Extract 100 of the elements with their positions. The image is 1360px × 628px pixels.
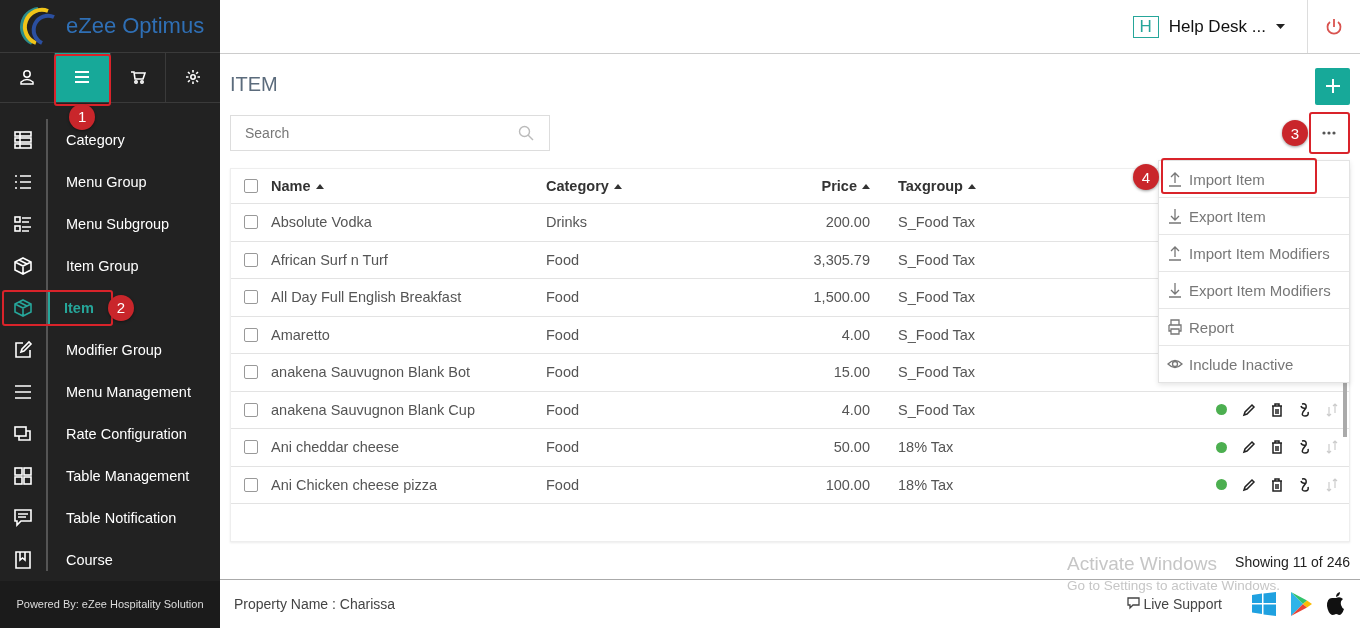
table-cell-text: 50.00 — [832, 439, 870, 456]
sidebar-item[interactable]: Menu Group — [50, 163, 147, 200]
table-cell-text: Food — [546, 476, 581, 493]
edit-icon[interactable] — [1242, 477, 1256, 492]
app-logo-text: eZee Optimus — [66, 12, 205, 39]
upload-icon — [1167, 171, 1183, 187]
caret-icon — [1276, 24, 1285, 29]
edit-icon — [13, 339, 33, 360]
property-selector[interactable]: H Help Desk ... — [1132, 0, 1307, 53]
list-icon — [13, 213, 33, 234]
search-field[interactable]: Search — [230, 115, 550, 151]
table-cell-text: Amaretto — [271, 326, 331, 343]
table-cell-text: Food — [546, 401, 581, 418]
property-name: Help Desk ... — [1168, 16, 1266, 37]
link-icon[interactable] — [1298, 440, 1310, 455]
list-icon — [13, 129, 33, 150]
table-cell-text: anakena Sauvugnon Blank Bot — [271, 364, 472, 381]
table-cell-text: Food — [546, 439, 581, 456]
menu-item[interactable]: Export Item Modifiers — [1159, 272, 1349, 308]
sort-icon — [613, 183, 622, 189]
row-checkbox[interactable] — [244, 477, 258, 492]
table-cell-text: Food — [546, 326, 581, 343]
row-checkbox[interactable] — [244, 402, 258, 417]
powered-by-text: Powered By: eZee Hospitality Solution — [0, 580, 220, 628]
highlight-frame — [1309, 112, 1350, 154]
row-checkbox[interactable] — [244, 440, 258, 455]
step-number: 3 — [1282, 120, 1308, 146]
reorder-icon[interactable] — [1325, 402, 1339, 417]
sidebar-item[interactable]: Item — [48, 289, 94, 326]
sidebar-item[interactable]: Item Group — [50, 247, 139, 284]
bookmark-icon — [13, 549, 33, 570]
live-support-link[interactable]: Live Support — [1127, 596, 1222, 612]
table-cell-text: Absolute Vodka — [271, 214, 373, 231]
reorder-icon[interactable] — [1325, 440, 1339, 455]
cart-icon — [129, 70, 146, 85]
activation-notice-title: Activate Windows — [1067, 553, 1217, 575]
link-icon[interactable] — [1298, 477, 1310, 492]
column-header[interactable]: Price — [711, 178, 870, 194]
download-icon — [1167, 282, 1183, 298]
column-header[interactable]: Category — [546, 178, 711, 194]
row-checkbox[interactable] — [244, 365, 258, 380]
sidebar-item[interactable]: Table Notification — [50, 499, 177, 536]
printer-icon — [1167, 319, 1183, 335]
cube-icon — [13, 255, 33, 276]
row-checkbox[interactable] — [244, 252, 258, 267]
menu-item[interactable]: Export Item — [1159, 198, 1349, 234]
chat-icon — [13, 507, 33, 528]
table-cell-text: Ani Chicken cheese pizza — [271, 476, 439, 493]
page-title: ITEM — [230, 72, 278, 96]
table-cell-text: 3,305.79 — [812, 251, 870, 268]
plus-icon — [1325, 79, 1340, 93]
sidebar-item[interactable]: Rate Configuration — [50, 415, 187, 452]
menu-item[interactable]: Include Inactive — [1159, 346, 1349, 382]
column-header[interactable]: Taxgroup — [870, 178, 1038, 194]
table-cell-text: Food — [546, 251, 581, 268]
sidebar-item[interactable]: Course — [50, 541, 113, 578]
row-checkbox[interactable] — [244, 290, 258, 305]
sidebar-item[interactable]: Modifier Group — [50, 331, 162, 368]
power-icon — [1325, 17, 1343, 36]
record-count: Showing 11 of 246 — [1235, 554, 1350, 570]
table-cell-text: 4.00 — [840, 401, 870, 418]
row-checkbox[interactable] — [244, 327, 258, 342]
row-checkbox[interactable] — [244, 215, 258, 230]
table-cell-text: S_Food Tax — [897, 401, 977, 418]
property-initial: H — [1132, 15, 1159, 38]
edit-icon[interactable] — [1242, 402, 1256, 417]
sidebar-item[interactable]: Menu Management — [50, 373, 191, 410]
menu-item[interactable]: Import Item Modifiers — [1159, 235, 1349, 271]
delete-icon[interactable] — [1271, 440, 1283, 455]
sidebar-item[interactable]: Menu Subgroup — [50, 205, 170, 242]
column-header[interactable]: Name — [271, 178, 546, 194]
table-cell-text: Ani cheddar cheese — [271, 439, 401, 456]
menu-item[interactable]: Report — [1159, 309, 1349, 345]
menu-icon — [75, 71, 90, 84]
add-button[interactable] — [1315, 67, 1350, 105]
step-number: 4 — [1133, 164, 1159, 190]
delete-icon[interactable] — [1271, 402, 1283, 417]
apple-icon[interactable] — [1326, 592, 1346, 616]
menu-item[interactable]: Import Item — [1159, 161, 1349, 197]
sidebar-item[interactable]: Table Management — [50, 457, 190, 494]
delete-icon[interactable] — [1271, 477, 1283, 492]
download-icon — [1167, 208, 1183, 224]
chat-icon — [1127, 597, 1142, 611]
step-number: 1 — [69, 103, 96, 130]
settings-icon — [184, 69, 201, 86]
table-cell-text: 15.00 — [832, 364, 870, 381]
table-cell-text: All Day Full English Breakfast — [271, 289, 463, 306]
edit-icon[interactable] — [1242, 440, 1256, 455]
link-icon[interactable] — [1298, 402, 1310, 417]
play-store-icon[interactable] — [1290, 591, 1312, 617]
table-cell-text: 200.00 — [824, 214, 870, 231]
highlight-frame — [54, 53, 111, 106]
reorder-icon[interactable] — [1325, 477, 1339, 492]
select-all-checkbox[interactable] — [244, 179, 258, 193]
table-cell-text: 18% Tax — [897, 439, 955, 456]
sort-icon — [862, 183, 870, 189]
table-cell-text: S_Food Tax — [897, 214, 977, 231]
property-name-text: Property Name : Charissa — [234, 596, 396, 612]
windows-icon[interactable] — [1252, 592, 1276, 616]
table-cell-text: African Surf n Turf — [271, 251, 389, 268]
